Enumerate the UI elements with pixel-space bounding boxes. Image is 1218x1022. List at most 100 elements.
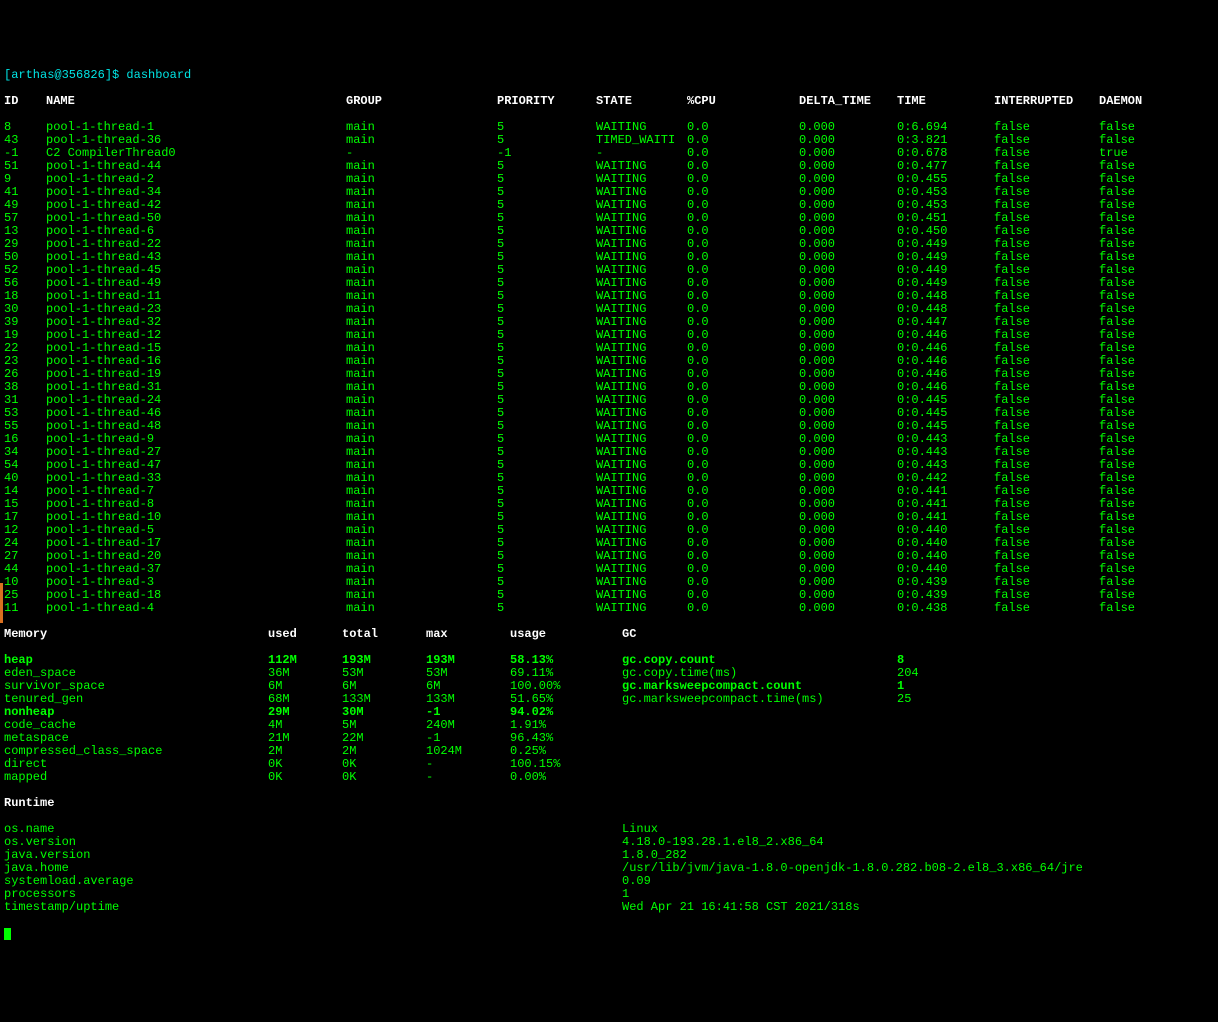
hdr-daemon: DAEMON (1099, 95, 1179, 108)
thread-priority: 5 (497, 277, 596, 290)
thread-row: 11pool-1-thread-4main5WAITING0.00.0000:0… (4, 602, 1214, 615)
runtime-table: os.nameLinuxos.version4.18.0-193.28.1.el… (4, 823, 1214, 914)
memory-row: eden_space36M53M53M69.11%gc.copy.time(ms… (4, 667, 1214, 680)
runtime-row: os.version4.18.0-193.28.1.el8_2.x86_64 (4, 836, 1214, 849)
runtime-key: timestamp/uptime (4, 901, 622, 914)
runtime-key: os.version (4, 836, 622, 849)
runtime-value: /usr/lib/jvm/java-1.8.0-openjdk-1.8.0.28… (622, 862, 1214, 875)
runtime-row: os.nameLinux (4, 823, 1214, 836)
thread-row: 43pool-1-thread-36main5TIMED_WAITI0.00.0… (4, 134, 1214, 147)
thread-priority: 5 (497, 485, 596, 498)
thread-priority: 5 (497, 381, 596, 394)
thread-priority: 5 (497, 446, 596, 459)
scroll-indicator (0, 583, 3, 623)
thread-priority: 5 (497, 173, 596, 186)
memory-table: heap112M193M193M58.13%gc.copy.count8eden… (4, 654, 1214, 784)
thread-interrupted: false (994, 602, 1099, 615)
gc-value: 1 (897, 680, 997, 693)
runtime-row: processors1 (4, 888, 1214, 901)
thread-state: TIMED_WAITI (596, 134, 687, 147)
thread-priority: -1 (497, 147, 596, 160)
hdr-max: max (426, 628, 510, 641)
thread-priority: 5 (497, 433, 596, 446)
mem-name: mapped (4, 771, 268, 784)
hdr-gc: GC (622, 628, 636, 641)
thread-priority: 5 (497, 602, 596, 615)
runtime-value: Linux (622, 823, 1214, 836)
thread-daemon: false (1099, 602, 1179, 615)
runtime-row: timestamp/uptimeWed Apr 21 16:41:58 CST … (4, 901, 1214, 914)
runtime-key: java.home (4, 862, 622, 875)
thread-priority: 5 (497, 303, 596, 316)
cursor (4, 928, 11, 940)
runtime-row: java.home/usr/lib/jvm/java-1.8.0-openjdk… (4, 862, 1214, 875)
memory-header-row: MemoryusedtotalmaxusageGC (4, 628, 1214, 641)
thread-group: main (346, 134, 497, 147)
runtime-row: systemload.average0.09 (4, 875, 1214, 888)
thread-priority: 5 (497, 550, 596, 563)
thread-priority: 5 (497, 290, 596, 303)
thread-time: 0:0.438 (897, 602, 994, 615)
thread-priority: 5 (497, 498, 596, 511)
memory-row: heap112M193M193M58.13%gc.copy.count8 (4, 654, 1214, 667)
thread-priority: 5 (497, 238, 596, 251)
mem-max: - (426, 758, 510, 771)
hdr-memory: Memory (4, 628, 268, 641)
thread-table: 8pool-1-thread-1main5WAITING0.00.0000:6.… (4, 121, 1214, 615)
gc-value: 25 (897, 693, 997, 706)
thread-priority: 5 (497, 576, 596, 589)
thread-priority: 5 (497, 589, 596, 602)
thread-cpu: 0.0 (687, 602, 799, 615)
runtime-value: Wed Apr 21 16:41:58 CST 2021/318s (622, 901, 1214, 914)
mem-used: 0K (268, 771, 342, 784)
memory-row: tenured_gen68M133M133M51.65%gc.marksweep… (4, 693, 1214, 706)
thread-priority: 5 (497, 472, 596, 485)
memory-row: mapped0K0K-0.00% (4, 771, 1214, 784)
thread-priority: 5 (497, 355, 596, 368)
thread-priority: 5 (497, 160, 596, 173)
thread-priority: 5 (497, 420, 596, 433)
runtime-key: processors (4, 888, 622, 901)
thread-priority: 5 (497, 186, 596, 199)
runtime-key: os.name (4, 823, 622, 836)
terminal-output[interactable]: [arthas@356826]$ dashboard IDNAMEGROUPPR… (4, 56, 1214, 940)
thread-header-row: IDNAMEGROUPPRIORITYSTATE%CPUDELTA_TIMETI… (4, 95, 1214, 108)
memory-row: metaspace21M22M-196.43% (4, 732, 1214, 745)
thread-priority: 5 (497, 225, 596, 238)
thread-priority: 5 (497, 342, 596, 355)
runtime-value: 1.8.0_282 (622, 849, 1214, 862)
thread-priority: 5 (497, 524, 596, 537)
runtime-value: 4.18.0-193.28.1.el8_2.x86_64 (622, 836, 1214, 849)
thread-name: pool-1-thread-4 (46, 602, 346, 615)
runtime-key: java.version (4, 849, 622, 862)
gc-name: gc.marksweepcompact.time(ms) (622, 693, 897, 706)
thread-priority: 5 (497, 537, 596, 550)
hdr-cpu: %CPU (687, 95, 799, 108)
thread-priority: 5 (497, 251, 596, 264)
hdr-group: GROUP (346, 95, 497, 108)
thread-id: 11 (4, 602, 46, 615)
runtime-row: java.version1.8.0_282 (4, 849, 1214, 862)
thread-priority: 5 (497, 264, 596, 277)
thread-priority: 5 (497, 511, 596, 524)
mem-max: 1024M (426, 745, 510, 758)
memory-row: compressed_class_space2M2M1024M0.25% (4, 745, 1214, 758)
hdr-priority: PRIORITY (497, 95, 596, 108)
memory-row: nonheap29M30M-194.02% (4, 706, 1214, 719)
thread-delta: 0.000 (799, 602, 897, 615)
thread-priority: 5 (497, 563, 596, 576)
hdr-name: NAME (46, 95, 346, 108)
memory-row: survivor_space6M6M6M100.00%gc.marksweepc… (4, 680, 1214, 693)
thread-priority: 5 (497, 199, 596, 212)
hdr-interrupted: INTERRUPTED (994, 95, 1099, 108)
thread-state: WAITING (596, 602, 687, 615)
prompt-line: [arthas@356826]$ dashboard (4, 69, 1214, 82)
gc-value: 204 (897, 667, 997, 680)
hdr-time: TIME (897, 95, 994, 108)
hdr-id: ID (4, 95, 46, 108)
thread-priority: 5 (497, 316, 596, 329)
thread-priority: 5 (497, 212, 596, 225)
mem-max: - (426, 771, 510, 784)
thread-priority: 5 (497, 134, 596, 147)
hdr-total: total (342, 628, 426, 641)
